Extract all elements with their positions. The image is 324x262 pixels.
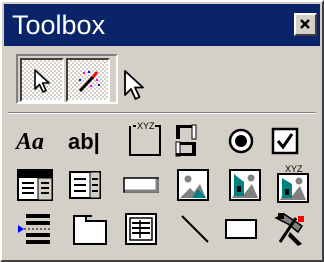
unbound-object-frame-tool[interactable]: [224, 164, 266, 206]
bound-object-frame-tool[interactable]: XYZ: [272, 162, 314, 204]
option-group-icon: XYZ: [129, 121, 161, 156]
rectangle-icon: [225, 219, 257, 239]
image-icon: [177, 169, 209, 201]
check-box-icon: [271, 127, 299, 155]
textbox-tool[interactable]: ab|: [64, 120, 106, 162]
title-bar[interactable]: Toolbox: [4, 4, 320, 46]
command-button-tool[interactable]: [120, 164, 162, 206]
line-tool[interactable]: [174, 208, 216, 250]
tab-control-tool[interactable]: [70, 208, 112, 250]
magic-wand-icon: [78, 71, 100, 93]
subform-tool[interactable]: [120, 208, 162, 250]
page-break-icon: [18, 214, 50, 244]
command-button-icon: [123, 177, 159, 193]
combo-box-tool[interactable]: [14, 164, 56, 206]
more-controls-tool[interactable]: [268, 208, 310, 250]
separator: [8, 112, 316, 114]
bound-object-frame-icon: XYZ: [277, 164, 309, 203]
tab-control-icon: [73, 215, 107, 245]
subform-icon: [125, 213, 157, 245]
label-tool[interactable]: Aa: [14, 120, 56, 162]
mouse-cursor-icon: [124, 70, 144, 100]
image-tool[interactable]: [172, 164, 214, 206]
select-objects-button[interactable]: [20, 58, 64, 102]
list-box-icon: [69, 171, 101, 199]
control-wizards-button[interactable]: [66, 58, 110, 102]
option-group-icon-text: XYZ: [137, 121, 155, 131]
bound-object-frame-icon-text: XYZ: [285, 164, 303, 174]
list-box-tool[interactable]: [64, 164, 106, 206]
textbox-icon-text: ab|: [68, 129, 100, 154]
unbound-object-frame-icon: [229, 169, 261, 201]
option-button-icon: [228, 128, 254, 154]
textbox-icon: ab|: [68, 129, 100, 154]
window-title: Toolbox: [12, 10, 106, 40]
combo-box-icon: [17, 169, 53, 201]
close-icon: [300, 19, 310, 29]
close-button[interactable]: [294, 13, 317, 36]
option-button-tool[interactable]: [220, 120, 262, 162]
page-break-tool[interactable]: [14, 208, 56, 250]
rectangle-tool[interactable]: [220, 208, 262, 250]
toolbox-window: Toolbox Aa ab| XYZ XYZ: [0, 0, 324, 262]
label-icon-text: Aa: [14, 129, 44, 155]
toggle-button-icon: [175, 124, 197, 157]
label-icon: Aa: [14, 129, 44, 155]
more-controls-icon: [274, 213, 304, 246]
check-box-tool[interactable]: [264, 120, 306, 162]
mode-button-group: [16, 54, 118, 104]
line-icon: [181, 215, 209, 243]
toggle-button-tool[interactable]: [166, 120, 208, 162]
pointer-arrow-icon: [34, 69, 50, 93]
option-group-tool[interactable]: XYZ: [122, 118, 164, 160]
